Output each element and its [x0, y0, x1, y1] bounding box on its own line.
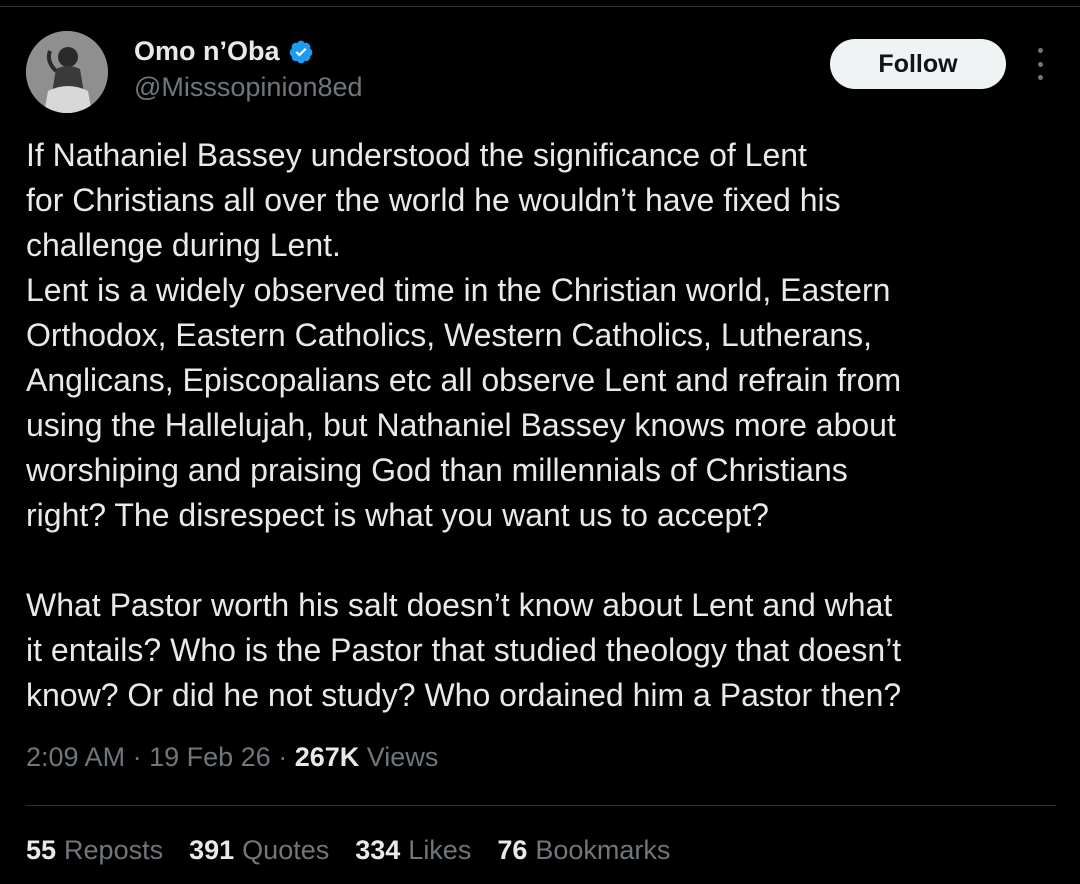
bookmarks-count: 76: [497, 835, 528, 865]
tweet-line: right? The disrespect is what you want u…: [26, 497, 769, 533]
quotes-stat[interactable]: 391 Quotes: [189, 835, 329, 866]
author-name-row: Omo n’Oba: [134, 36, 314, 67]
verified-badge-icon: [288, 39, 314, 65]
tweet-meta: 2:09 AM · 19 Feb 26 · 267K Views: [26, 742, 438, 773]
tweet-line: challenge during Lent.: [26, 227, 341, 263]
reposts-label: Reposts: [64, 835, 164, 865]
views-label: Views: [366, 742, 439, 772]
tweet-line: What Pastor worth his salt doesn’t know …: [26, 587, 893, 623]
tweet-line: for Christians all over the world he wou…: [26, 182, 841, 218]
meta-separator: ·: [132, 742, 142, 772]
meta-separator: ·: [278, 742, 288, 772]
follow-button[interactable]: Follow: [830, 39, 1006, 89]
bookmarks-label: Bookmarks: [535, 835, 671, 865]
author-name[interactable]: Omo n’Oba: [134, 36, 280, 67]
likes-label: Likes: [408, 835, 472, 865]
likes-count: 334: [355, 835, 401, 865]
tweet-line: worshiping and praising God than millenn…: [26, 452, 848, 488]
reposts-stat[interactable]: 55 Reposts: [26, 835, 163, 866]
tweet-line: If Nathaniel Bassey understood the signi…: [26, 137, 807, 173]
tweet-line: using the Hallelujah, but Nathaniel Bass…: [26, 407, 896, 443]
likes-stat[interactable]: 334 Likes: [355, 835, 471, 866]
tweet-text: If Nathaniel Bassey understood the signi…: [26, 133, 1056, 718]
engagement-stats: 55 Reposts 391 Quotes 334 Likes 76 Bookmarks: [26, 835, 670, 866]
reposts-count: 55: [26, 835, 57, 865]
avatar-photo: [26, 31, 108, 113]
quotes-count: 391: [189, 835, 235, 865]
stats-divider: [26, 805, 1056, 806]
tweet-line: it entails? Who is the Pastor that studi…: [26, 632, 902, 668]
top-divider: [0, 0, 1080, 7]
tweet-line: Orthodox, Eastern Catholics, Western Cat…: [26, 317, 873, 353]
tweet-line: know? Or did he not study? Who ordained …: [26, 677, 902, 713]
bookmarks-stat[interactable]: 76 Bookmarks: [497, 835, 670, 866]
avatar[interactable]: [26, 31, 108, 113]
more-options-icon[interactable]: [1030, 48, 1050, 80]
tweet-line: Anglicans, Episcopalians etc all observe…: [26, 362, 902, 398]
quotes-label: Quotes: [242, 835, 330, 865]
author-handle[interactable]: @Misssopinion8ed: [134, 72, 363, 103]
tweet-time[interactable]: 2:09 AM: [26, 742, 125, 772]
views-count: 267K: [294, 742, 360, 772]
tweet-line: Lent is a widely observed time in the Ch…: [26, 272, 891, 308]
tweet-date[interactable]: 19 Feb 26: [149, 742, 271, 772]
